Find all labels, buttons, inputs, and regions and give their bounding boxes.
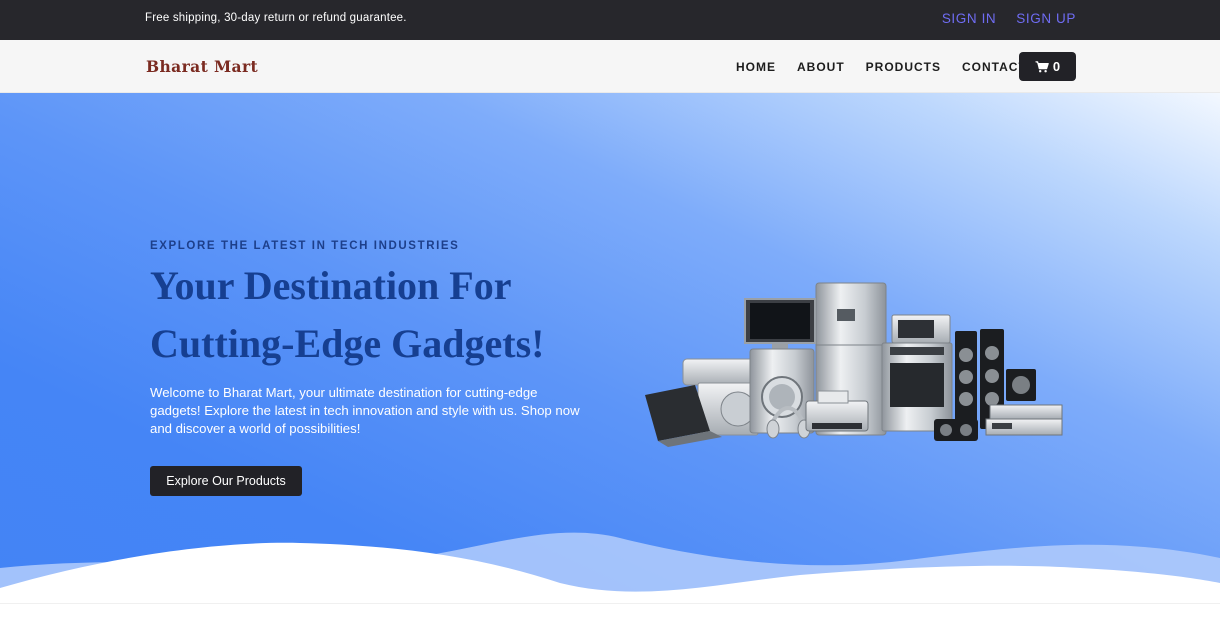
shopping-cart-icon xyxy=(1035,60,1049,72)
brand-logo[interactable]: Bharat Mart xyxy=(146,57,258,76)
sign-up-link[interactable]: SIGN UP xyxy=(1016,11,1076,26)
promo-text: Free shipping, 30-day return or refund g… xyxy=(145,12,407,24)
nav-contact[interactable]: CONTACT xyxy=(962,60,1027,74)
electronics-appliances-image xyxy=(645,282,1063,447)
primary-nav: HOME ABOUT PRODUCTS CONTACT xyxy=(736,60,1027,74)
nav-about[interactable]: ABOUT xyxy=(797,60,845,74)
hero-title-line-1: Your Destination For xyxy=(150,263,512,308)
hero-title: Your Destination For Cutting-Edge Gadget… xyxy=(150,257,670,373)
below-fold-section xyxy=(0,603,1220,626)
cart-button[interactable]: 0 xyxy=(1019,52,1076,81)
hero-title-line-2: Cutting-Edge Gadgets! xyxy=(150,321,545,366)
sign-in-link[interactable]: SIGN IN xyxy=(942,11,996,26)
nav-home[interactable]: HOME xyxy=(736,60,776,74)
auth-links: SIGN IN SIGN UP xyxy=(942,11,1076,26)
explore-products-button[interactable]: Explore Our Products xyxy=(150,466,302,496)
nav-products[interactable]: PRODUCTS xyxy=(866,60,941,74)
hero-wave-decoration xyxy=(0,532,1220,603)
hero-description: Welcome to Bharat Mart, your ultimate de… xyxy=(150,385,580,437)
cart-count: 0 xyxy=(1052,59,1061,74)
hero-kicker: EXPLORE THE LATEST IN TECH INDUSTRIES xyxy=(150,240,460,252)
main-navbar: Bharat Mart HOME ABOUT PRODUCTS CONTACT … xyxy=(0,40,1220,93)
top-announcement-bar: Free shipping, 30-day return or refund g… xyxy=(0,0,1220,40)
hero-section: EXPLORE THE LATEST IN TECH INDUSTRIES Yo… xyxy=(0,93,1220,603)
